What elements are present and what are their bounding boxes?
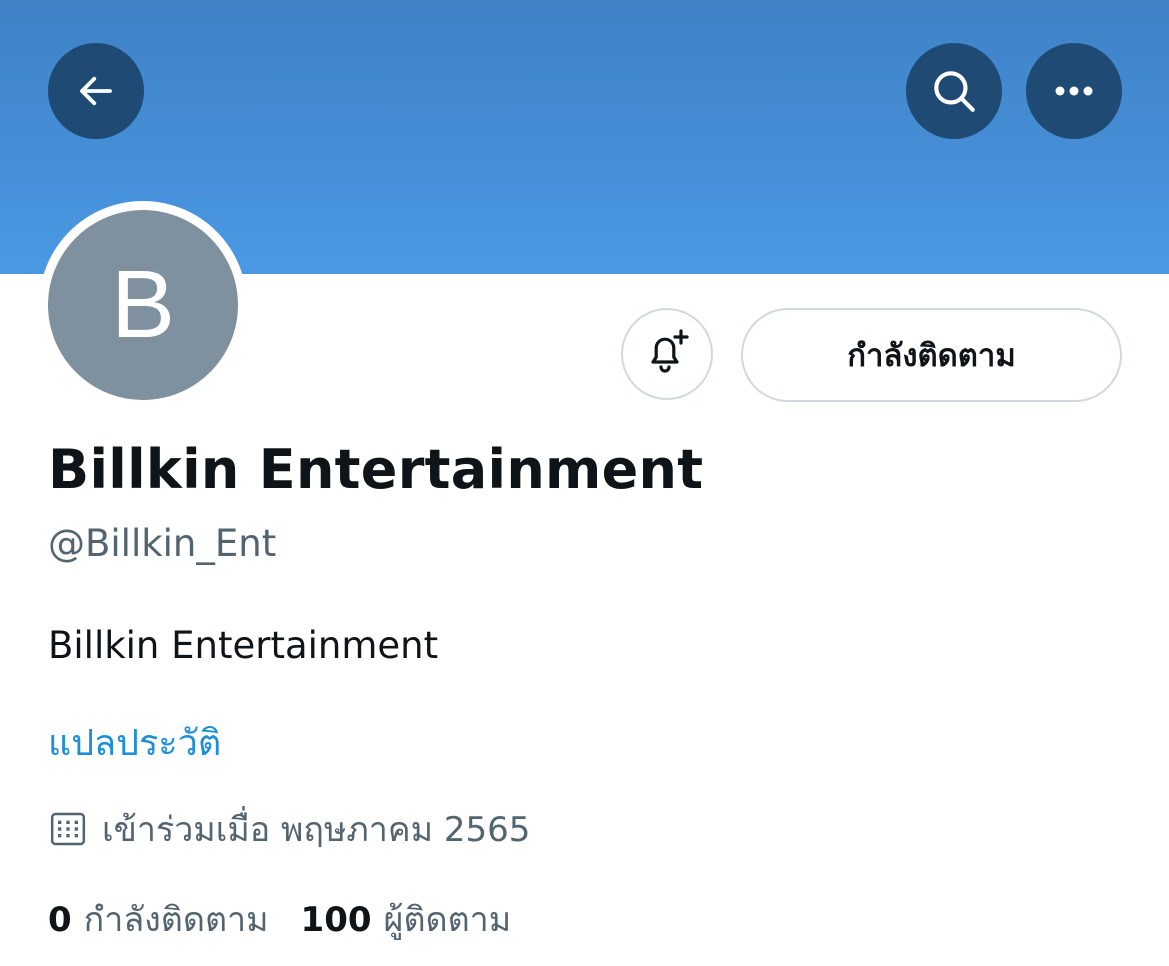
arrow-left-icon [75,70,117,112]
more-horizontal-icon [1052,84,1096,98]
avatar[interactable]: B [48,210,238,400]
notifications-button[interactable] [621,308,713,400]
follow-stats: 0 กำลังติดตาม 100 ผู้ติดตาม [48,892,511,946]
back-button[interactable] [48,43,144,139]
profile-page: B กำลังติดตาม Billkin Entertainment @Bil… [0,0,1169,966]
following-stat-label: กำลังติดตาม [83,900,269,940]
following-button[interactable]: กำลังติดตาม [741,308,1122,402]
following-stat[interactable]: 0 กำลังติดตาม [48,892,269,946]
display-name: Billkin Entertainment [48,438,704,501]
search-icon [929,66,979,116]
following-count: 0 [48,900,72,940]
following-button-label: กำลังติดตาม [847,338,1016,374]
followers-stat-label: ผู้ติดตาม [383,900,512,940]
avatar-letter: B [110,251,176,358]
followers-stat[interactable]: 100 ผู้ติดตาม [301,892,512,946]
more-options-button[interactable] [1026,43,1122,139]
calendar-icon [48,809,88,849]
search-button[interactable] [906,43,1002,139]
followers-count: 100 [300,900,372,940]
join-date-text: เข้าร่วมเมื่อ พฤษภาคม 2565 [102,810,531,850]
user-handle: @Billkin_Ent [48,522,277,565]
bell-plus-icon [641,326,693,382]
join-date: เข้าร่วมเมื่อ พฤษภาคม 2565 [48,802,530,856]
translate-bio-link[interactable]: แปลประวัติ [48,714,221,771]
profile-bio: Billkin Entertainment [48,624,439,667]
